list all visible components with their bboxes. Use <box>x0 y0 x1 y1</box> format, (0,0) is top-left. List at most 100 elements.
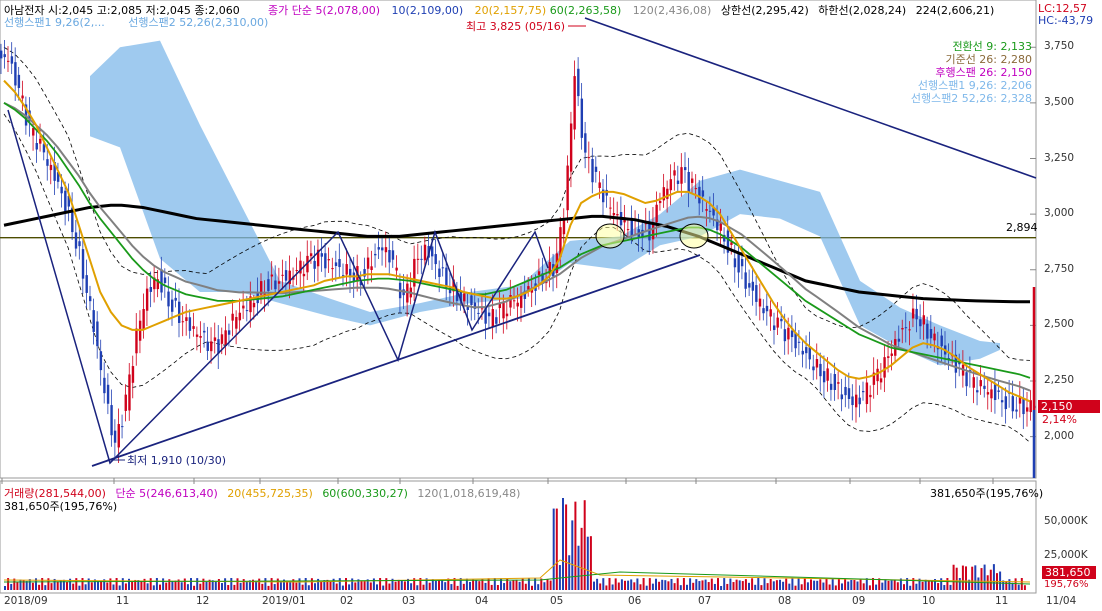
volume-bar <box>676 578 679 590</box>
candle-body <box>491 309 495 328</box>
candle-body <box>755 285 758 302</box>
candle-body <box>769 309 772 317</box>
volume-bar <box>571 520 574 590</box>
volume-bar <box>279 582 282 590</box>
volume-bar <box>310 578 313 590</box>
candle-body <box>847 388 851 399</box>
volume-bar <box>196 578 199 590</box>
candle-body <box>858 397 861 405</box>
volume-bar <box>775 580 778 590</box>
candle-body <box>513 300 516 302</box>
volume-bar <box>503 583 506 590</box>
volume-bar <box>221 583 223 590</box>
candle-body <box>801 350 804 355</box>
candle-body <box>78 241 81 247</box>
volume-bar <box>1005 580 1008 590</box>
volume-bar <box>450 584 453 590</box>
candle-body <box>815 359 819 368</box>
volume-bar <box>751 578 754 590</box>
candle-body <box>612 212 616 216</box>
candle-body <box>309 253 313 257</box>
low-annotation: 최저 1,910 (10/30) <box>127 454 227 467</box>
price-tick: 2,250 <box>1044 374 1075 386</box>
price-tick: 2,750 <box>1044 262 1075 275</box>
volume-bar <box>636 578 639 590</box>
volume-bar <box>441 579 444 590</box>
volume-bar <box>75 578 78 590</box>
candle-body <box>39 138 42 144</box>
candle-body <box>776 317 779 328</box>
volume-bar <box>376 584 378 590</box>
volume-bar <box>800 584 803 590</box>
volume-bar <box>341 585 344 590</box>
candle-body <box>324 253 327 269</box>
volume-bar <box>769 578 772 590</box>
volume-bar <box>909 585 912 590</box>
candle-body <box>167 291 170 307</box>
volume-bar <box>599 583 602 590</box>
candle-body <box>829 383 833 390</box>
volume-bar <box>878 578 881 590</box>
ma10-legend: 10(2,109,00) <box>391 4 464 17</box>
candle-body <box>986 392 990 395</box>
candle-body <box>594 166 598 172</box>
volume-bar <box>875 584 878 590</box>
date-tick: 11/04 <box>1046 595 1077 607</box>
candle-body <box>149 287 153 292</box>
candle-body <box>762 308 765 314</box>
volume-bar <box>261 583 264 590</box>
candle-body <box>477 312 480 314</box>
volume-bar <box>16 582 19 590</box>
volume-bar <box>896 582 899 590</box>
volume-bar <box>496 585 499 590</box>
volume-bar <box>850 579 853 590</box>
candle-body <box>609 207 612 209</box>
candle-body <box>708 210 712 212</box>
candle-body <box>648 224 651 241</box>
candle-body <box>822 371 826 383</box>
volume-bar <box>50 583 53 590</box>
last-price-pct: 2,14% <box>1042 413 1077 426</box>
ma5-legend: 종가 단순 5(2,078,00) <box>268 4 381 17</box>
volume-bar <box>583 500 586 590</box>
candle-body <box>780 318 783 322</box>
volume-bar <box>589 536 592 590</box>
volume-bar <box>301 584 304 590</box>
volume-bar <box>763 578 766 590</box>
volume-bar <box>552 508 555 590</box>
candle-body <box>302 273 306 277</box>
volume-bar <box>717 578 719 590</box>
volume-bar <box>611 584 614 590</box>
volume-bar <box>267 585 270 590</box>
volume-bar <box>865 578 868 590</box>
candle-body <box>463 293 466 302</box>
volume-bar <box>667 581 670 590</box>
volume-bar <box>10 583 13 590</box>
volume-bar <box>152 585 155 590</box>
date-tick: 06 <box>628 595 642 607</box>
candle-body <box>840 394 844 400</box>
volume-bar <box>788 583 791 590</box>
volume-bar <box>183 578 186 590</box>
price-tick: 3,750 <box>1044 40 1075 53</box>
candle-body <box>32 128 35 136</box>
date-tick: 03 <box>402 595 416 607</box>
volume-bar <box>831 578 834 590</box>
candle-body <box>445 267 448 288</box>
volume-bar <box>360 580 363 590</box>
volume-bar <box>320 581 323 590</box>
volume-bar <box>949 584 952 590</box>
volume-bar <box>512 580 515 590</box>
volume-bar <box>890 580 893 590</box>
price-tick: 3,500 <box>1044 95 1075 108</box>
volume-bar <box>438 580 440 590</box>
volume-bar <box>369 582 372 590</box>
volume-bar <box>258 578 261 590</box>
date-tick: 10 <box>922 595 936 607</box>
candle-body <box>520 294 523 308</box>
candle-body <box>573 76 576 130</box>
volume-bar <box>146 583 149 590</box>
high-annotation: 최고 3,825 (05/16) <box>466 20 566 33</box>
candle-body <box>1004 396 1008 410</box>
volume-bar <box>893 579 896 590</box>
